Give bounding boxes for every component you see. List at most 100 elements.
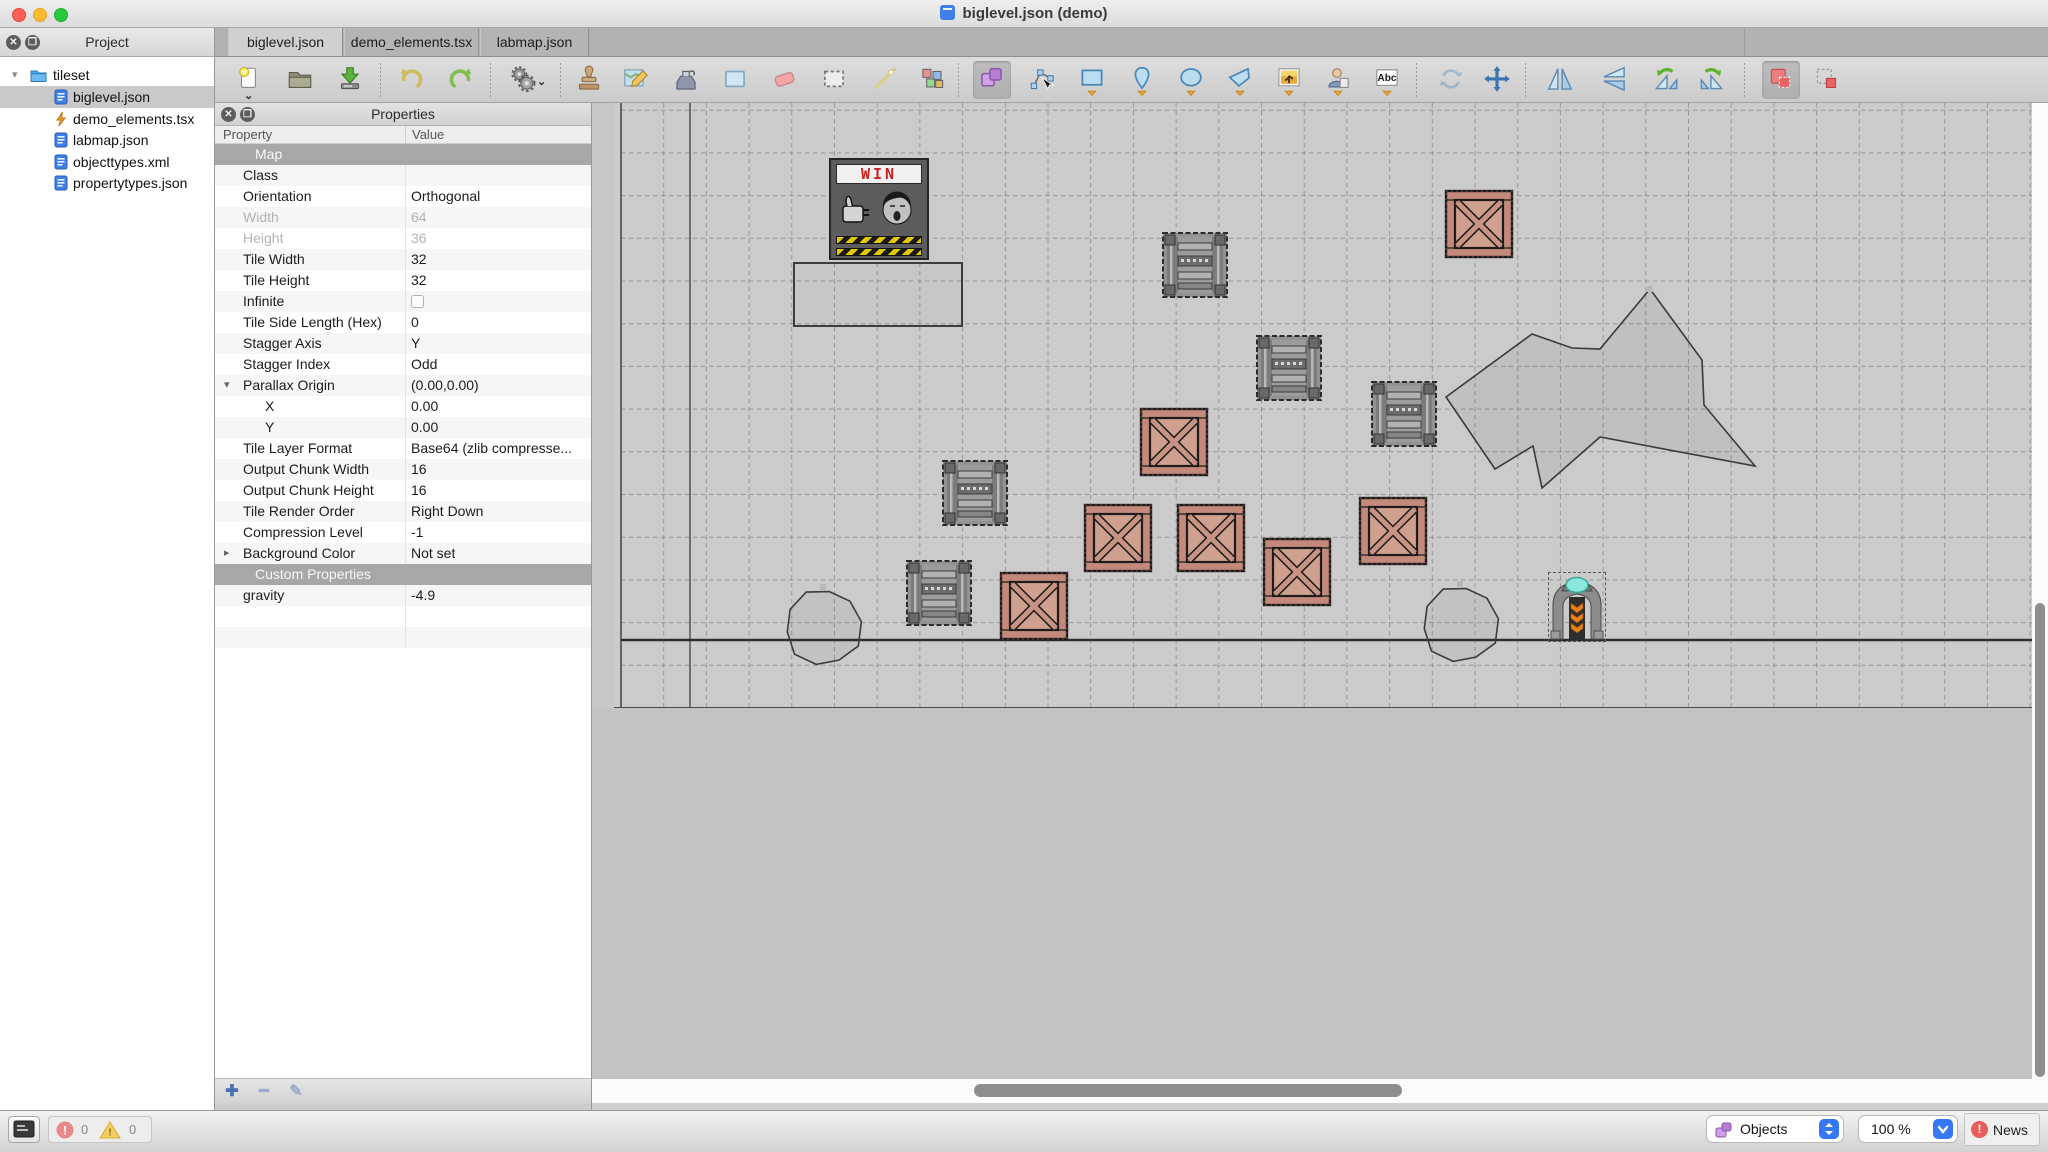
property-value[interactable]: 32 xyxy=(411,249,427,270)
horizontal-scrollbar-thumb[interactable] xyxy=(974,1084,1402,1097)
project-file-demo_elements.tsx[interactable]: demo_elements.tsx xyxy=(0,108,214,130)
rotate-left-button[interactable] xyxy=(1647,61,1685,99)
property-row-Height[interactable]: Height36 xyxy=(215,228,591,249)
property-value[interactable]: 64 xyxy=(411,207,427,228)
map-object-metal-crate[interactable] xyxy=(1254,333,1324,403)
edit-property-button[interactable]: ✎ xyxy=(285,1082,307,1102)
move-button[interactable] xyxy=(1478,61,1516,99)
map-object-wood-crate[interactable] xyxy=(1444,189,1514,259)
disclosure-chevron-icon[interactable]: ▾ xyxy=(12,64,18,86)
vertical-scrollbar-thumb[interactable] xyxy=(2035,603,2045,1077)
property-value[interactable]: Orthogonal xyxy=(411,186,480,207)
map-object-wood-crate[interactable] xyxy=(1083,503,1153,573)
console-button[interactable] xyxy=(8,1116,40,1143)
property-value[interactable]: (0.00,0.00) xyxy=(411,375,479,396)
map-canvas[interactable]: WIN xyxy=(592,103,2048,1110)
map-object-wood-crate[interactable] xyxy=(999,571,1069,641)
issues-summary[interactable]: ! 0 ! 0 xyxy=(48,1116,152,1143)
highlight-hovered-object-button[interactable] xyxy=(1808,61,1846,99)
same-tile-select-button[interactable] xyxy=(914,61,952,99)
bucket-fill-button[interactable] xyxy=(667,61,705,99)
property-row-Stagger Axis[interactable]: Stagger AxisY xyxy=(215,333,591,354)
insert-point-button[interactable] xyxy=(1123,61,1161,99)
map-object-polygon[interactable] xyxy=(1442,285,1763,496)
map-object-metal-crate[interactable] xyxy=(904,558,974,628)
news-button[interactable]: ! News xyxy=(1964,1113,2040,1146)
project-file-propertytypes.json[interactable]: propertytypes.json xyxy=(0,172,214,194)
property-row-Tile Render Order[interactable]: Tile Render OrderRight Down xyxy=(215,501,591,522)
expand-closed-icon[interactable]: ▸ xyxy=(224,543,230,564)
flip-horizontal-button[interactable] xyxy=(1541,61,1579,99)
property-row-Tile Layer Format[interactable]: Tile Layer FormatBase64 (zlib compresse.… xyxy=(215,438,591,459)
terrain-brush-button[interactable] xyxy=(617,61,655,99)
map-object-circle[interactable] xyxy=(779,583,867,676)
tab-labmap.json[interactable]: labmap.json xyxy=(480,28,589,56)
property-value[interactable]: Right Down xyxy=(411,501,483,522)
map-object-win-sign[interactable]: WIN xyxy=(829,158,929,260)
add-property-button[interactable]: ✚ xyxy=(221,1082,243,1102)
property-value[interactable]: 0.00 xyxy=(411,417,438,438)
property-row-Stagger Index[interactable]: Stagger IndexOdd xyxy=(215,354,591,375)
property-row-Output Chunk Width[interactable]: Output Chunk Width16 xyxy=(215,459,591,480)
project-file-labmap.json[interactable]: labmap.json xyxy=(0,129,214,151)
map-object-portal[interactable] xyxy=(1548,572,1606,642)
map-object-metal-crate[interactable] xyxy=(940,458,1010,528)
map-object-wood-crate[interactable] xyxy=(1262,537,1332,607)
map-object-metal-crate[interactable] xyxy=(1369,379,1439,449)
new-file-button[interactable]: ⌄ xyxy=(230,61,268,99)
property-row-Width[interactable]: Width64 xyxy=(215,207,591,228)
property-value[interactable]: Base64 (zlib compresse... xyxy=(411,438,572,459)
undo-button[interactable] xyxy=(392,61,430,99)
zoom-level-dropdown[interactable]: 100 % xyxy=(1858,1115,1958,1143)
rotate-right-button[interactable] xyxy=(1693,61,1731,99)
infinite-checkbox[interactable] xyxy=(411,295,424,308)
redo-button[interactable] xyxy=(442,61,480,99)
property-row-Tile Side Length (Hex)[interactable]: Tile Side Length (Hex)0 xyxy=(215,312,591,333)
property-value[interactable]: Y xyxy=(411,333,420,354)
property-value[interactable]: 0 xyxy=(411,312,419,333)
map-object-circle[interactable] xyxy=(1416,580,1504,673)
project-folder-row[interactable]: ▾tileset xyxy=(0,64,214,86)
insert-ellipse-button[interactable] xyxy=(1172,61,1210,99)
map-object-metal-crate[interactable] xyxy=(1160,230,1230,300)
property-row-Tile Height[interactable]: Tile Height32 xyxy=(215,270,591,291)
highlight-current-layer-button[interactable] xyxy=(1762,61,1800,99)
expand-open-icon[interactable]: ▾ xyxy=(224,375,230,396)
property-row-Y[interactable]: Y0.00 xyxy=(215,417,591,438)
tab-biglevel.json[interactable]: biglevel.json xyxy=(228,28,343,56)
property-value[interactable]: 32 xyxy=(411,270,427,291)
remove-property-button[interactable]: ━ xyxy=(253,1082,275,1102)
property-value[interactable]: -1 xyxy=(411,522,423,543)
flip-vertical-button[interactable] xyxy=(1595,61,1633,99)
edit-polygons-button[interactable] xyxy=(1024,61,1062,99)
rotate-button[interactable] xyxy=(1432,61,1470,99)
property-row-gravity[interactable]: gravity-4.9 xyxy=(215,585,591,606)
object-mode-dropdown[interactable]: Objects xyxy=(1706,1115,1844,1143)
map-object-wood-crate[interactable] xyxy=(1176,503,1246,573)
property-row-X[interactable]: X0.00 xyxy=(215,396,591,417)
insert-rectangle-button[interactable] xyxy=(1073,61,1111,99)
property-value[interactable]: Odd xyxy=(411,354,437,375)
chevron-down-icon[interactable]: ⌄ xyxy=(537,75,546,88)
map-object-wood-crate[interactable] xyxy=(1139,407,1209,477)
automap-button[interactable]: ⌄ xyxy=(504,61,542,99)
map-object-rectangle[interactable] xyxy=(793,262,963,327)
property-row-Class[interactable]: Class xyxy=(215,165,591,186)
insert-polygon-button[interactable] xyxy=(1221,61,1259,99)
chevron-down-icon[interactable]: ⌄ xyxy=(244,89,253,102)
property-value[interactable]: 16 xyxy=(411,480,427,501)
stamp-brush-button[interactable] xyxy=(570,61,608,99)
project-file-biglevel.json[interactable]: biglevel.json xyxy=(0,86,214,108)
rect-select-button[interactable] xyxy=(815,61,853,99)
property-row-Output Chunk Height[interactable]: Output Chunk Height16 xyxy=(215,480,591,501)
save-file-button[interactable] xyxy=(331,61,369,99)
tab-demo_elements.tsx[interactable]: demo_elements.tsx xyxy=(344,28,479,56)
property-row-Background Color[interactable]: ▸Background ColorNot set xyxy=(215,543,591,564)
magic-wand-button[interactable] xyxy=(865,61,903,99)
open-file-button[interactable] xyxy=(281,61,319,99)
column-divider[interactable] xyxy=(405,126,406,144)
property-row-Parallax Origin[interactable]: ▾Parallax Origin(0.00,0.00) xyxy=(215,375,591,396)
property-value[interactable]: 16 xyxy=(411,459,427,480)
insert-text-button[interactable]: Abc xyxy=(1368,61,1406,99)
property-row-Orientation[interactable]: OrientationOrthogonal xyxy=(215,186,591,207)
